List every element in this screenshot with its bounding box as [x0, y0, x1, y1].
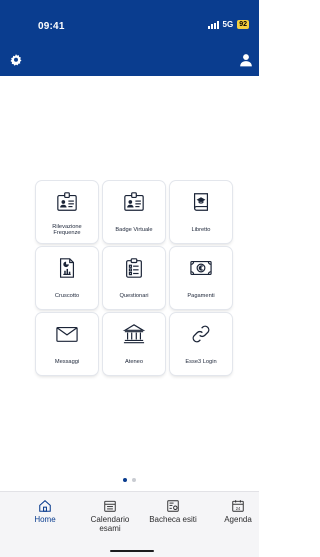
tab-calendario-esami[interactable]: Calendario esami: [80, 499, 140, 533]
status-time: 09:41: [38, 21, 65, 32]
tile-label: Cruscotto: [54, 292, 80, 299]
university-building-icon: [122, 322, 146, 346]
attendance-badge-icon: [55, 190, 79, 214]
tile-label: Ateneo: [124, 358, 144, 365]
home-indicator: [110, 550, 154, 552]
dashboard-report-icon: [55, 256, 79, 280]
tile-rilevazione-frequenze[interactable]: Rilevazione Frequenze: [36, 181, 98, 243]
page-indicator[interactable]: [0, 478, 259, 482]
home-icon: [38, 499, 52, 513]
envelope-icon: [55, 322, 79, 346]
battery-level: 92: [237, 20, 249, 29]
tab-bacheca-esiti[interactable]: Bacheca esiti: [143, 499, 203, 525]
tile-questionari[interactable]: Questionari: [103, 247, 165, 309]
app-screen: 09:41 5G 92 Rilevazione Frequenze Badge …: [0, 0, 259, 557]
tile-libretto[interactable]: Libretto: [170, 181, 232, 243]
tile-pagamenti[interactable]: Pagamenti: [170, 247, 232, 309]
tab-label: Home: [34, 515, 56, 524]
tile-ateneo[interactable]: Ateneo: [103, 313, 165, 375]
calendar-icon: [103, 499, 117, 513]
clipboard-icon: [122, 256, 146, 280]
tile-label: Libretto: [191, 226, 211, 233]
tab-label: Calendario esami: [90, 515, 130, 533]
tab-label: Bacheca esiti: [149, 515, 197, 524]
tab-agenda[interactable]: 24 Agenda: [208, 499, 268, 525]
tile-esse3-login[interactable]: Esse3 Login: [170, 313, 232, 375]
euro-banknote-icon: [189, 256, 213, 280]
page-dot-active[interactable]: [123, 478, 127, 482]
tile-label: Rilevazione Frequenze: [52, 223, 82, 237]
page-dot[interactable]: [132, 478, 136, 482]
tab-home[interactable]: Home: [15, 499, 75, 525]
tile-label: Pagamenti: [187, 292, 215, 299]
app-header: 09:41 5G 92: [0, 0, 259, 76]
tile-label: Esse3 Login: [185, 358, 217, 365]
menu-grid: Rilevazione Frequenze Badge Virtuale Lib…: [36, 181, 232, 375]
svg-text:24: 24: [236, 506, 241, 511]
bottom-tab-bar: Home Calendario esami Bacheca esiti 24 A…: [0, 491, 259, 557]
tile-label: Messaggi: [54, 358, 80, 365]
results-board-icon: [166, 499, 180, 513]
tile-messaggi[interactable]: Messaggi: [36, 313, 98, 375]
booklet-icon: [189, 190, 213, 214]
link-icon: [189, 322, 213, 346]
settings-button[interactable]: [8, 52, 24, 68]
signal-icon: [207, 20, 219, 29]
status-indicators: 5G 92: [207, 20, 249, 29]
network-label: 5G: [222, 20, 234, 29]
tile-label: Badge Virtuale: [115, 226, 153, 233]
profile-button[interactable]: [238, 52, 254, 68]
user-icon: [240, 54, 252, 67]
tab-label: Agenda: [224, 515, 252, 524]
id-badge-icon: [122, 190, 146, 214]
agenda-calendar-icon: 24: [231, 499, 245, 513]
tile-label: Questionari: [119, 292, 149, 299]
tile-badge-virtuale[interactable]: Badge Virtuale: [103, 181, 165, 243]
gear-icon: [10, 54, 22, 66]
tile-cruscotto[interactable]: Cruscotto: [36, 247, 98, 309]
